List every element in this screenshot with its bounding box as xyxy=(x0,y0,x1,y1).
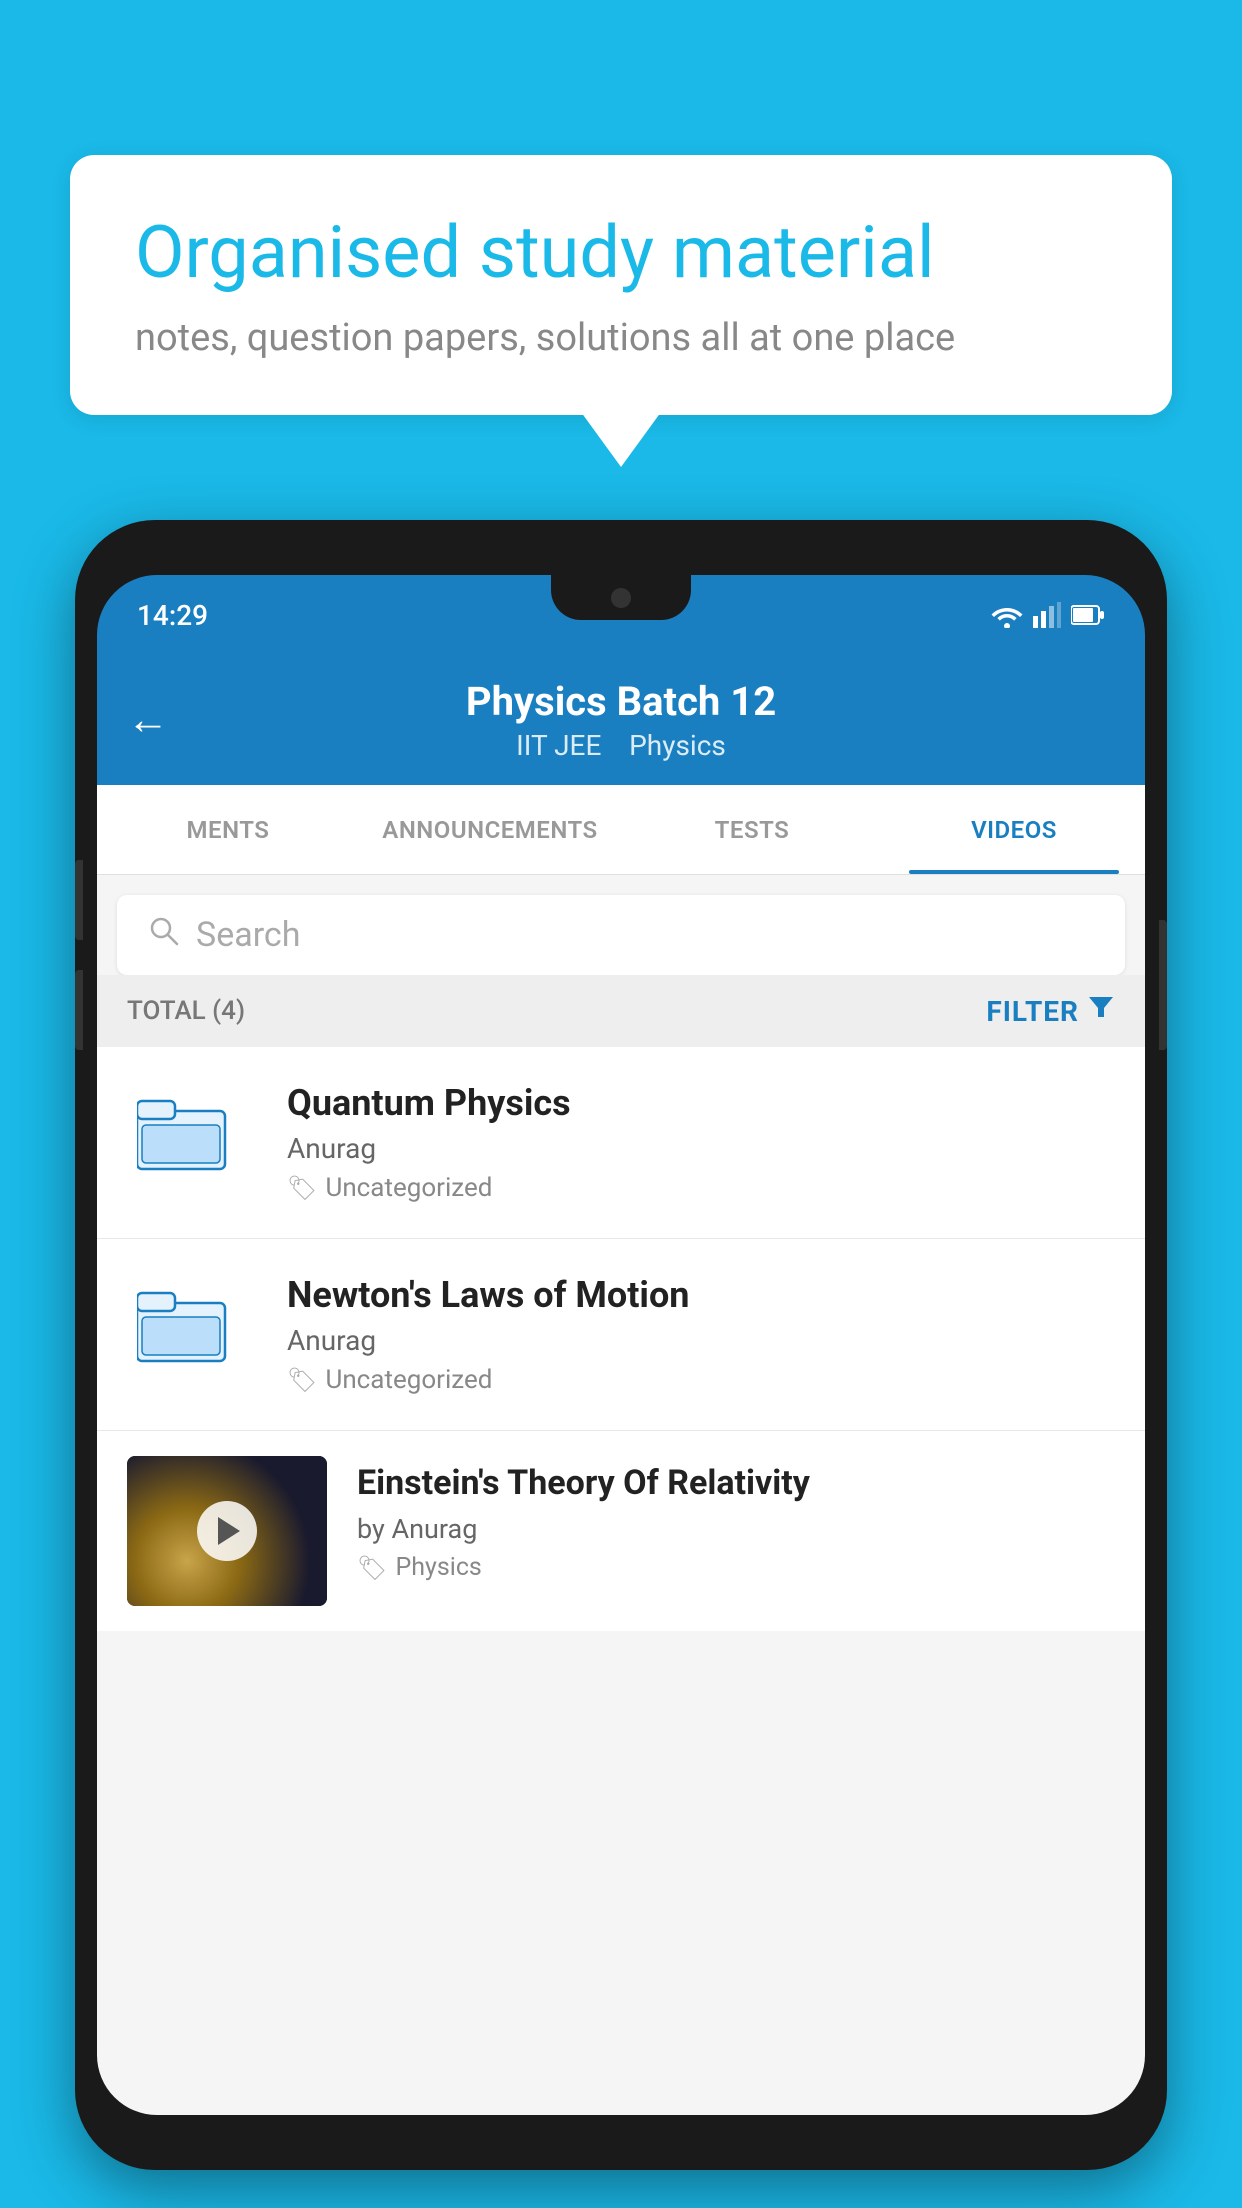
status-time: 14:29 xyxy=(137,599,208,632)
total-count: TOTAL (4) xyxy=(127,996,245,1026)
folder-icon-newton xyxy=(137,1285,247,1385)
phone-frame: 14:29 ← Physics Bat xyxy=(75,520,1167,2170)
search-bar[interactable]: Search xyxy=(117,895,1125,975)
folder-icon-quantum xyxy=(137,1093,247,1193)
tabs-bar: MENTS ANNOUNCEMENTS TESTS VIDEOS xyxy=(97,785,1145,875)
header-title: Physics Batch 12 xyxy=(466,678,776,725)
back-button[interactable]: ← xyxy=(127,696,169,745)
tab-videos[interactable]: VIDEOS xyxy=(883,785,1145,874)
bubble-subtitle: notes, question papers, solutions all at… xyxy=(135,316,1107,360)
app-header: ← Physics Batch 12 IIT JEE Physics xyxy=(97,655,1145,785)
play-button[interactable] xyxy=(197,1501,257,1561)
filter-icon xyxy=(1087,993,1115,1029)
item-title-einstein: Einstein's Theory Of Relativity xyxy=(357,1461,1115,1505)
volume-up-button xyxy=(75,860,83,940)
phone-notch xyxy=(551,575,691,620)
item-author-newton: Anurag xyxy=(287,1324,1115,1357)
search-placeholder: Search xyxy=(196,915,300,955)
filter-row: TOTAL (4) FILTER xyxy=(97,975,1145,1047)
wifi-icon xyxy=(991,602,1023,628)
header-subtitle-iit: IIT JEE xyxy=(516,729,601,762)
bubble-title: Organised study material xyxy=(135,210,1107,296)
signal-icon xyxy=(1033,602,1061,628)
video-list: Quantum Physics Anurag 🏷 Uncategorized xyxy=(97,1047,1145,1631)
filter-button[interactable]: FILTER xyxy=(986,993,1115,1029)
list-item[interactable]: Einstein's Theory Of Relativity by Anura… xyxy=(97,1431,1145,1631)
header-subtitle-physics: Physics xyxy=(629,729,726,762)
item-tag-quantum: 🏷 Uncategorized xyxy=(287,1173,1115,1203)
item-author-einstein: by Anurag xyxy=(357,1513,1115,1545)
tag-icon: 🏷 xyxy=(287,1366,317,1394)
item-tag-newton: 🏷 Uncategorized xyxy=(287,1365,1115,1395)
tab-announcements[interactable]: ANNOUNCEMENTS xyxy=(359,785,621,874)
play-icon xyxy=(218,1517,240,1545)
content-area: Search TOTAL (4) FILTER xyxy=(97,875,1145,2115)
list-item[interactable]: Quantum Physics Anurag 🏷 Uncategorized xyxy=(97,1047,1145,1239)
search-icon xyxy=(147,914,181,957)
tag-icon: 🏷 xyxy=(357,1554,387,1582)
item-author-quantum: Anurag xyxy=(287,1132,1115,1165)
tab-tests[interactable]: TESTS xyxy=(621,785,883,874)
item-tag-einstein: 🏷 Physics xyxy=(357,1553,1115,1582)
front-camera xyxy=(611,588,631,608)
power-button xyxy=(1159,920,1167,1050)
item-title-quantum: Quantum Physics xyxy=(287,1082,1115,1124)
battery-icon xyxy=(1071,604,1105,626)
filter-label: FILTER xyxy=(986,995,1079,1028)
header-subtitle: IIT JEE Physics xyxy=(516,729,726,762)
list-item[interactable]: Newton's Laws of Motion Anurag 🏷 Uncateg… xyxy=(97,1239,1145,1431)
item-title-newton: Newton's Laws of Motion xyxy=(287,1274,1115,1316)
speech-bubble: Organised study material notes, question… xyxy=(70,155,1172,415)
tab-ments[interactable]: MENTS xyxy=(97,785,359,874)
item-thumbnail-einstein xyxy=(127,1456,327,1606)
tag-icon: 🏷 xyxy=(287,1174,317,1202)
item-thumbnail-newton xyxy=(127,1280,257,1390)
status-icons xyxy=(991,602,1105,628)
item-info-einstein: Einstein's Theory Of Relativity by Anura… xyxy=(357,1456,1115,1582)
item-info-newton: Newton's Laws of Motion Anurag 🏷 Uncateg… xyxy=(287,1274,1115,1395)
volume-down-button xyxy=(75,970,83,1050)
item-info-quantum: Quantum Physics Anurag 🏷 Uncategorized xyxy=(287,1082,1115,1203)
item-thumbnail-quantum xyxy=(127,1088,257,1198)
